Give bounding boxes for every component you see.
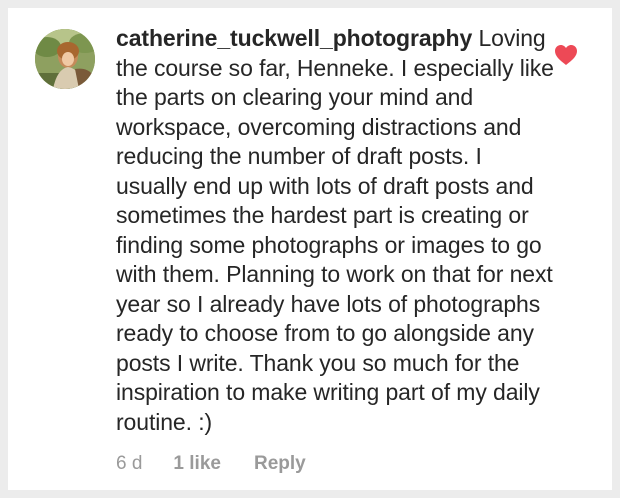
comment-meta: 6 d 1 like Reply bbox=[116, 453, 306, 475]
likes-count-link[interactable]: 1 like bbox=[173, 453, 221, 475]
comment-card: catherine_tuckwell_photography Loving th… bbox=[8, 8, 612, 490]
comment-body: catherine_tuckwell_photography Loving th… bbox=[116, 24, 556, 437]
heart-filled-icon[interactable] bbox=[554, 44, 578, 66]
avatar-image bbox=[35, 29, 95, 89]
username-link[interactable]: catherine_tuckwell_photography bbox=[116, 25, 472, 51]
reply-button[interactable]: Reply bbox=[254, 453, 306, 475]
comment-text: Loving the course so far, Henneke. I esp… bbox=[116, 25, 554, 435]
avatar[interactable] bbox=[35, 29, 95, 89]
comment-time: 6 d bbox=[116, 453, 143, 474]
